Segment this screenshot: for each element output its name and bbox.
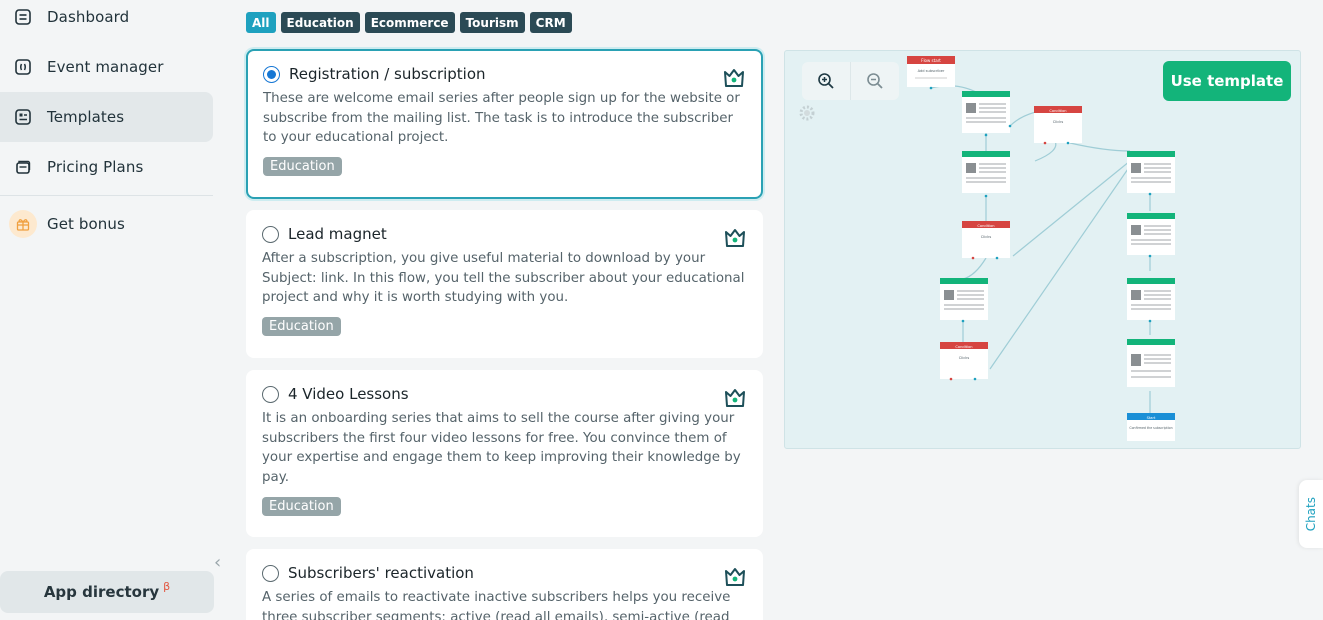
template-card-lead-magnet[interactable]: Lead magnet After a subscription, you gi… xyxy=(246,210,763,358)
sidebar-item-label: Get bonus xyxy=(47,215,125,233)
sidebar-item-label: Templates xyxy=(47,108,125,126)
template-radio[interactable] xyxy=(263,65,280,83)
template-radio[interactable] xyxy=(262,225,279,243)
sidebar: Dashboard Event manager Templates Pricin… xyxy=(0,0,225,620)
sidebar-item-label: Dashboard xyxy=(47,8,130,26)
condition-label: Condition xyxy=(955,345,972,349)
template-description: A series of emails to reactivate inactiv… xyxy=(262,590,731,620)
sidebar-item-pricing-plans[interactable]: Pricing Plans xyxy=(0,142,213,192)
zoom-out-button[interactable] xyxy=(850,62,898,100)
chats-tab[interactable]: Chats xyxy=(1299,480,1323,548)
template-card-video-lessons[interactable]: 4 Video Lessons It is an onboarding seri… xyxy=(246,370,763,537)
sidebar-item-dashboard[interactable]: Dashboard xyxy=(0,0,213,42)
template-description: It is an onboarding series that aims to … xyxy=(262,411,741,486)
clicks-label: Clicks xyxy=(1053,120,1064,124)
template-tag: Education xyxy=(263,157,342,177)
start-label: Start xyxy=(1147,416,1156,420)
gift-icon xyxy=(9,210,37,238)
add-subscriber-label: Add subscriber xyxy=(918,69,945,73)
zoom-in-icon xyxy=(818,73,834,89)
filter-tourism[interactable]: Tourism xyxy=(459,12,525,33)
sidebar-item-templates[interactable]: Templates xyxy=(0,92,213,142)
sidebar-item-label: Event manager xyxy=(47,58,164,76)
loading-gear-icon xyxy=(797,103,817,127)
sidebar-item-get-bonus[interactable]: Get bonus xyxy=(0,199,213,249)
pricing-icon xyxy=(13,157,33,177)
clicks-label: Clicks xyxy=(981,235,992,239)
use-template-button[interactable]: Use template xyxy=(1163,61,1291,101)
app-directory-button[interactable]: App directory β xyxy=(0,571,214,613)
sidebar-item-event-manager[interactable]: Event manager xyxy=(0,42,213,92)
template-title: 4 Video Lessons xyxy=(288,385,409,403)
zoom-controls xyxy=(802,62,899,100)
crown-icon xyxy=(723,387,747,409)
condition-label: Condition xyxy=(977,224,994,228)
filter-crm[interactable]: CRM xyxy=(529,12,572,33)
category-filters: All Education Ecommerce Tourism CRM xyxy=(246,12,572,33)
filter-ecommerce[interactable]: Ecommerce xyxy=(364,12,455,33)
sidebar-divider xyxy=(0,195,213,196)
template-description: After a subscription, you give useful ma… xyxy=(262,251,745,306)
crown-icon xyxy=(723,227,747,249)
filter-all[interactable]: All xyxy=(246,12,276,33)
confirmed-label: Confirmed the subscription xyxy=(1129,426,1172,430)
beta-badge: β xyxy=(163,579,171,593)
filter-education[interactable]: Education xyxy=(280,12,360,33)
templates-icon xyxy=(13,107,33,127)
flow-start-label: Flow start xyxy=(921,58,941,63)
dashboard-icon xyxy=(13,7,33,27)
zoom-in-button[interactable] xyxy=(802,62,850,100)
chats-label: Chats xyxy=(1304,496,1318,532)
template-title: Lead magnet xyxy=(288,225,387,243)
condition-label: Condition xyxy=(1049,109,1066,113)
template-card-registration[interactable]: Registration / subscription These are we… xyxy=(246,49,763,199)
zoom-out-icon xyxy=(866,73,883,89)
flow-preview: Flow start Add subscriber Condition Clic… xyxy=(784,50,1301,449)
template-card-reactivation[interactable]: Subscribers' reactivation A series of em… xyxy=(246,549,763,620)
crown-icon xyxy=(722,67,746,89)
template-tag: Education xyxy=(262,496,341,516)
sidebar-item-label: Pricing Plans xyxy=(47,158,144,176)
template-radio[interactable] xyxy=(262,385,279,403)
template-title: Registration / subscription xyxy=(289,65,486,83)
template-description: These are welcome email series after peo… xyxy=(263,91,740,146)
template-title: Subscribers' reactivation xyxy=(288,564,474,582)
template-radio[interactable] xyxy=(262,564,279,582)
template-tag: Education xyxy=(262,317,341,337)
event-manager-icon xyxy=(13,57,33,77)
app-directory-label: App directory xyxy=(43,583,160,601)
flow-diagram: Flow start Add subscriber Condition Clic… xyxy=(907,56,1175,441)
clicks-label: Clicks xyxy=(959,356,970,360)
crown-icon xyxy=(723,566,747,588)
collapse-sidebar-icon[interactable]: ‹ xyxy=(214,552,221,573)
